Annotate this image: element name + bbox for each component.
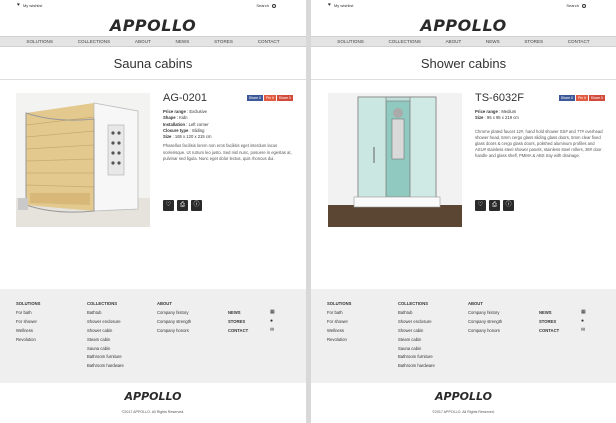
top-bar: ♥ My wishlist Search [311,0,616,10]
nav-about[interactable]: ABOUT [445,39,461,44]
footer-contact-link[interactable]: CONTACT [539,327,559,336]
footer: SOLUTIONS For bath For shower Wellness R… [311,289,616,383]
wishlist-link[interactable]: ♥ My wishlist [328,2,354,9]
map-pin-icon: ● [581,318,585,324]
top-bar: ♥ My wishlist Search [0,0,306,10]
envelope-icon: ✉ [270,327,275,333]
info-button[interactable]: ⓘ [503,200,514,211]
nav-collections[interactable]: COLLECTIONS [388,39,420,44]
product-info: TS-6032F Share 0 Pin it Share 0 Price ra… [475,92,605,160]
bottom-bar: APPOLLO ©2017 APPOLLO. All Rights Reserv… [311,383,616,423]
footer-stores-link[interactable]: STORES [228,318,248,327]
logo[interactable]: APPOLLO [0,10,306,36]
wishlist-label: My wishlist [22,3,43,8]
nav-solutions[interactable]: SOLUTIONS [337,39,364,44]
footer-about: ABOUT Company history Company strength C… [157,301,192,333]
print-button[interactable]: ⎙ [177,200,188,211]
google-share-button[interactable]: Share 0 [588,95,605,101]
product-section: AG-0201 Share 0 Pin it Share 0 Price ran… [0,80,306,287]
share-buttons: Share 0 Pin it Share 0 [558,95,605,101]
logo[interactable]: APPOLLO [311,10,616,36]
heart-icon: ♡ [477,202,484,208]
footer-about: ABOUT Company history Company strength C… [468,301,503,333]
footer-solutions: SOLUTIONS For bath For shower Wellness R… [327,301,352,342]
print-icon: ⎙ [492,202,497,208]
nav-collections[interactable]: COLLECTIONS [78,39,110,44]
product-actions: ♡ ⎙ ⓘ [163,200,202,211]
search-icon [582,3,586,8]
nav-news[interactable]: NEWS [486,39,500,44]
product-specs: Price range : Medium Size : 95 x 95 x 21… [475,109,605,122]
nav-solutions[interactable]: SOLUTIONS [26,39,53,44]
sauna-cabin-illustration [16,93,150,227]
pinterest-button[interactable]: Pin it [575,95,588,101]
search-icon [272,3,276,8]
footer-news-link[interactable]: NEWS [539,309,559,318]
nav-contact[interactable]: CONTACT [568,39,590,44]
product-specs: Price range : Exclusive Shape : Kidn Ins… [163,109,293,140]
product-info: AG-0201 Share 0 Pin it Share 0 Price ran… [163,92,293,162]
pinterest-button[interactable]: Pin it [263,95,276,101]
heart-icon: ♥ [328,2,331,8]
heart-icon: ♥ [17,2,20,8]
shower-cabin-illustration [328,93,462,227]
bottom-bar: APPOLLO ©2017 APPOLLO. All Rights Reserv… [0,383,306,423]
product-section: TS-6032F Share 0 Pin it Share 0 Price ra… [311,80,616,287]
search-label: Search [566,3,579,8]
wishlist-link[interactable]: ♥ My wishlist [17,2,43,9]
screenshot-composite: ♥ My wishlist Search APPOLLO SOLUTIONS C… [0,0,616,423]
search-label: Search [256,3,269,8]
copyright: ©2017 APPOLLO. All Rights Reserved. [432,410,495,414]
nav-contact[interactable]: CONTACT [258,39,280,44]
footer-logo[interactable]: APPOLLO [0,383,306,403]
product-actions: ♡ ⎙ ⓘ [475,200,514,211]
main-nav: SOLUTIONS COLLECTIONS ABOUT NEWS STORES … [0,36,306,47]
footer-stores-link[interactable]: STORES [539,318,559,327]
spec-row: Size : 95 x 95 x 219 cm [475,115,519,121]
wishlist-add-button[interactable]: ♡ [475,200,486,211]
calendar-icon: ▦ [581,309,586,315]
search-link[interactable]: Search [566,3,586,8]
footer-links: NEWS STORES CONTACT [228,309,248,336]
nav-stores[interactable]: STORES [214,39,233,44]
footer-contact-link[interactable]: CONTACT [228,327,248,336]
nav-stores[interactable]: STORES [524,39,543,44]
map-pin-icon: ● [270,318,274,324]
product-image[interactable] [16,93,150,227]
shower-page: ♥ My wishlist Search APPOLLO SOLUTIONS C… [311,0,616,423]
search-link[interactable]: Search [256,3,276,8]
print-button[interactable]: ⎙ [489,200,500,211]
calendar-icon: ▦ [270,309,275,315]
main-nav: SOLUTIONS COLLECTIONS ABOUT NEWS STORES … [311,36,616,47]
product-image[interactable] [328,93,462,227]
product-description: Chrome plated faucet 12#, hand hold show… [475,128,603,159]
footer-links: NEWS STORES CONTACT [539,309,559,336]
nav-news[interactable]: NEWS [176,39,190,44]
info-icon: ⓘ [193,202,200,208]
sauna-page: ♥ My wishlist Search APPOLLO SOLUTIONS C… [0,0,306,423]
envelope-icon: ✉ [581,327,586,333]
spec-row: Size : 165 x 120 x 215 cm [163,134,212,140]
footer-news-link[interactable]: NEWS [228,309,248,318]
google-share-button[interactable]: Share 0 [276,95,293,101]
footer-collections: COLLECTIONS Bathtub Shower enclosure Sho… [87,301,124,369]
wishlist-label: My wishlist [333,3,354,8]
product-description: Phasellus facilisis lorem non eros facil… [163,143,292,161]
page-title: Sauna cabins [113,56,193,71]
footer-solutions: SOLUTIONS For bath For shower Wellness R… [16,301,41,342]
facebook-share-button[interactable]: Share 0 [558,95,575,101]
info-button[interactable]: ⓘ [191,200,202,211]
facebook-share-button[interactable]: Share 0 [246,95,263,101]
page-title: Shower cabins [420,56,507,71]
share-buttons: Share 0 Pin it Share 0 [246,95,293,101]
footer-logo[interactable]: APPOLLO [311,383,616,403]
heart-icon: ♡ [165,202,172,208]
print-icon: ⎙ [180,202,185,208]
info-icon: ⓘ [505,202,512,208]
wishlist-add-button[interactable]: ♡ [163,200,174,211]
copyright: ©2017 APPOLLO. All Rights Reserved. [121,410,185,414]
nav-about[interactable]: ABOUT [135,39,151,44]
footer-collections: COLLECTIONS Bathtub Shower enclosure Sho… [398,301,435,369]
footer: SOLUTIONS For bath For shower Wellness R… [0,289,306,383]
